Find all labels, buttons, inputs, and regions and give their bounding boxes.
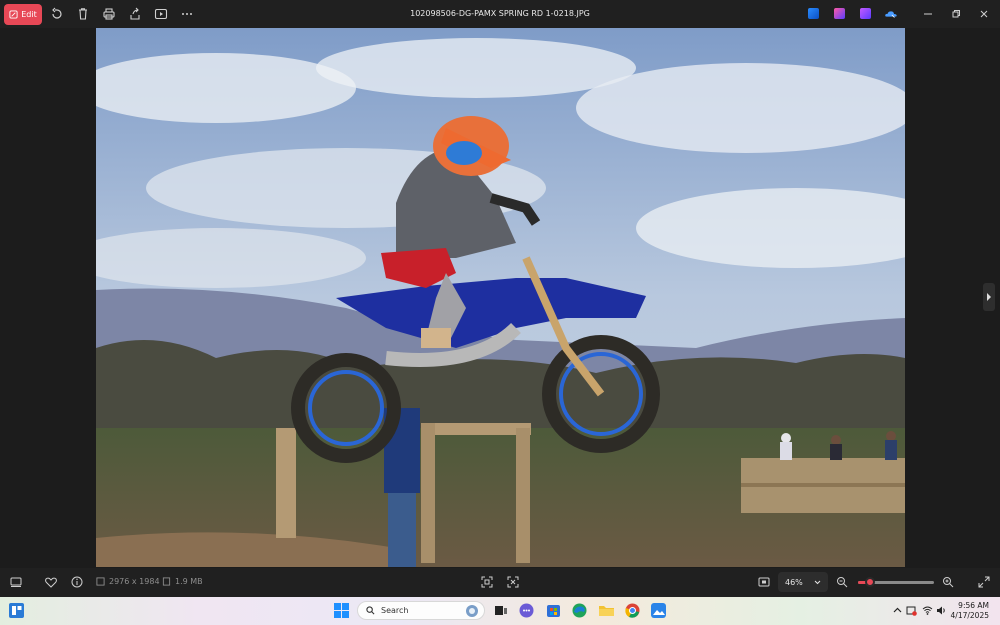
zoom-slider-thumb[interactable] <box>864 577 875 587</box>
actual-size-icon[interactable] <box>506 575 520 589</box>
zoom-in-icon[interactable] <box>941 575 955 589</box>
restore-icon <box>952 10 960 18</box>
windows-taskbar: Search 9:56 AM 4/17/2025 <box>0 597 1000 625</box>
edit-button[interactable]: Edit <box>4 4 42 25</box>
close-button[interactable] <box>976 6 992 22</box>
wifi-icon[interactable] <box>922 605 933 616</box>
zoom-slider[interactable] <box>858 577 934 587</box>
show-hidden-icons-chevron-icon[interactable] <box>892 605 903 616</box>
system-clock[interactable]: 9:56 AM 4/17/2025 <box>951 601 989 621</box>
sync-status-icon[interactable] <box>906 605 917 616</box>
image-dimensions-text: 2976 x 1984 <box>109 577 160 586</box>
fullscreen-icon[interactable] <box>977 575 991 589</box>
favorite-heart-icon[interactable] <box>44 575 58 589</box>
delete-icon[interactable] <box>75 6 91 22</box>
chrome-browser-icon[interactable] <box>624 602 641 619</box>
fit-to-window-icon[interactable] <box>480 575 494 589</box>
start-windows-icon[interactable] <box>333 602 350 619</box>
onedrive-cloud-icon[interactable] <box>884 6 898 22</box>
minimize-icon <box>924 13 932 15</box>
search-highlight-icon <box>466 604 478 617</box>
minimize-button[interactable] <box>920 6 936 22</box>
close-icon <box>980 10 988 18</box>
store-icon[interactable] <box>545 602 562 619</box>
file-title: 102098506-DG-PAMX SPRING RD 1-0218.JPG <box>410 9 590 18</box>
more-options-icon[interactable] <box>179 6 195 22</box>
clock-time: 9:56 AM <box>958 601 989 610</box>
file-size: 1.9 MB <box>162 577 203 586</box>
search-placeholder: Search <box>381 606 409 615</box>
app-photo-editor-icon[interactable] <box>808 8 819 19</box>
chevron-right-icon <box>987 293 991 301</box>
rotate-icon[interactable] <box>49 6 65 22</box>
next-image-button[interactable] <box>983 283 995 311</box>
zoom-out-icon[interactable] <box>835 575 849 589</box>
file-size-text: 1.9 MB <box>175 577 203 586</box>
edit-pencil-icon <box>9 10 18 19</box>
motocross-photo-illustration <box>96 28 905 567</box>
restore-button[interactable] <box>948 6 964 22</box>
zoom-level-value: 46% <box>785 577 803 587</box>
screen-fit-icon[interactable] <box>757 575 771 589</box>
filmstrip-icon[interactable] <box>9 575 23 589</box>
motocross-photo[interactable] <box>96 28 905 567</box>
file-explorer-icon[interactable] <box>598 602 615 619</box>
slideshow-icon[interactable] <box>153 6 169 22</box>
info-icon[interactable] <box>70 575 84 589</box>
photos-app-icon[interactable] <box>650 602 667 619</box>
copilot-chat-icon[interactable] <box>518 602 535 619</box>
print-icon[interactable] <box>101 6 117 22</box>
edge-browser-icon[interactable] <box>571 602 588 619</box>
search-icon <box>366 606 375 615</box>
widgets-icon[interactable] <box>8 602 25 619</box>
image-viewer <box>0 28 1000 568</box>
bottom-toolbar: 2976 x 1984 1.9 MB 46% <box>0 568 1000 597</box>
app-designer-icon[interactable] <box>860 8 871 19</box>
file-size-icon <box>162 577 171 586</box>
edit-button-label: Edit <box>21 10 37 19</box>
zoom-level-dropdown[interactable]: 46% <box>778 572 828 592</box>
image-dimensions: 2976 x 1984 <box>96 577 160 586</box>
top-toolbar: Edit 102098506-DG-PAMX SPRING RD 1-0218.… <box>0 0 1000 28</box>
share-icon[interactable] <box>127 6 143 22</box>
chevron-down-icon <box>814 580 821 584</box>
app-clipchamp-icon[interactable] <box>834 8 845 19</box>
clock-date: 4/17/2025 <box>950 611 989 620</box>
volume-icon[interactable] <box>936 605 947 616</box>
dimensions-icon <box>96 577 105 586</box>
task-view-icon[interactable] <box>492 602 509 619</box>
taskbar-search-box[interactable]: Search <box>357 601 485 620</box>
